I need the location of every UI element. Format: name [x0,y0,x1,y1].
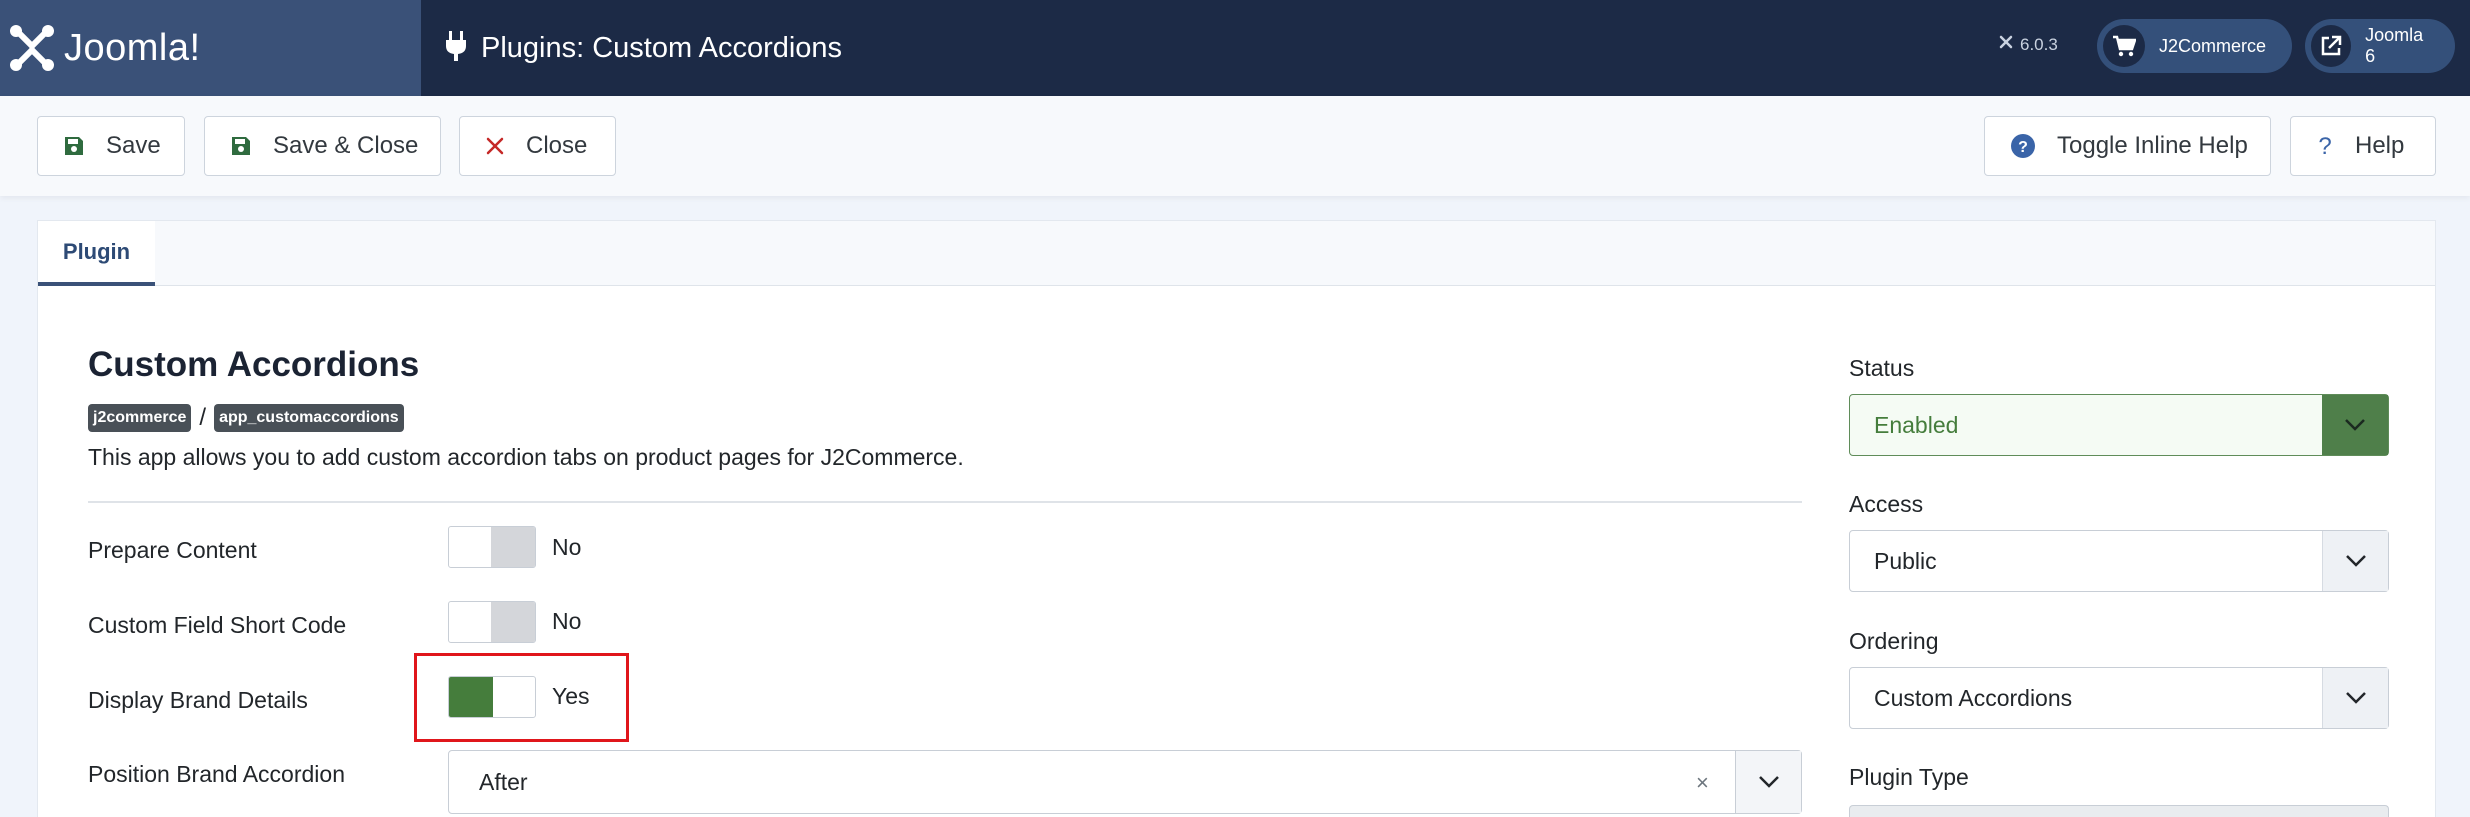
cart-icon [2103,25,2145,67]
custom-field-short-code-toggle[interactable] [448,601,536,643]
highlight-box [414,653,629,742]
external-link-icon [2311,25,2352,67]
page-title: Plugins: Custom Accordions [481,31,843,64]
plugin-edit-panel: Plugin Custom Accordions j2commerce / ap… [37,220,2436,817]
tab-plugin[interactable]: Plugin [38,221,155,286]
svg-text:?: ? [2018,139,2028,156]
status-label: Status [1849,355,1915,381]
display-brand-details-label: Display Brand Details [88,687,308,713]
plugin-title: Custom Accordions [88,345,420,384]
tab-bar: Plugin [38,221,2435,286]
ordering-label: Ordering [1849,628,1939,654]
access-label: Access [1849,491,1924,517]
j2commerce-link[interactable]: J2Commerce [2097,19,2292,73]
plug-icon [445,30,467,66]
toggle-knob [491,527,535,567]
joomla-logo[interactable]: Joomla! [0,0,421,96]
joomla6-label: Joomla 6 [2365,25,2424,66]
joomla-small-icon [1998,34,2014,55]
toggle-knob [491,602,535,642]
divider [88,501,1802,503]
plugin-description: This app allows you to add custom accord… [88,444,964,470]
help-button[interactable]: ? Help [2290,116,2436,176]
custom-field-short-code-value: No [552,608,582,634]
page-heading: Plugins: Custom Accordions [445,0,842,96]
folder-badge: j2commerce [88,404,192,432]
clear-selection-icon[interactable]: × [1696,770,1709,796]
access-select[interactable]: Public [1849,530,2389,592]
close-icon [486,137,504,155]
prepare-content-label: Prepare Content [88,537,257,563]
selected-value: After [479,769,528,795]
access-value: Public [1874,548,1937,574]
top-header: Joomla! Plugins: Custom Accordions 6.0.3… [0,0,2470,96]
chevron-down-icon [2322,531,2388,591]
ordering-value: Custom Accordions [1874,685,2073,711]
badge-separator: / [199,404,207,431]
version-info: 6.0.3 [1998,34,2058,55]
position-brand-accordion-select[interactable]: After × [448,750,1802,814]
save-icon [231,136,251,156]
plugin-badges: j2commerce / app_customaccordions [88,404,404,432]
chevron-down-icon[interactable] [1735,751,1801,813]
plugin-type-field [1849,805,2389,817]
save-icon [64,136,84,156]
element-badge: app_customaccordions [214,404,404,432]
plugin-type-label: Plugin Type [1849,764,1969,790]
joomla-logo-icon [10,25,54,71]
save-button[interactable]: Save [37,116,185,176]
save-close-button[interactable]: Save & Close [204,116,441,176]
chevron-down-icon [2322,668,2388,728]
version-number: 6.0.3 [2020,34,2058,54]
prepare-content-toggle[interactable] [448,526,536,568]
question-circle-icon: ? [2011,134,2035,158]
ordering-select[interactable]: Custom Accordions [1849,667,2389,729]
status-value: Enabled [1874,412,1959,438]
status-select[interactable]: Enabled [1849,394,2389,456]
close-button[interactable]: Close [459,116,616,176]
brand-name: Joomla! [64,26,201,69]
question-icon: ? [2317,134,2333,158]
custom-field-short-code-label: Custom Field Short Code [88,612,347,638]
toggle-inline-help-button[interactable]: ? Toggle Inline Help [1984,116,2271,176]
svg-text:?: ? [2318,134,2331,158]
chevron-down-icon [2322,395,2388,455]
position-brand-accordion-label: Position Brand Accordion [88,761,345,787]
prepare-content-value: No [552,534,582,560]
joomla6-link[interactable]: Joomla 6 [2305,19,2455,73]
j2commerce-label: J2Commerce [2159,35,2267,56]
toolbar: Save Save & Close Close ? Toggle Inline … [0,96,2470,196]
